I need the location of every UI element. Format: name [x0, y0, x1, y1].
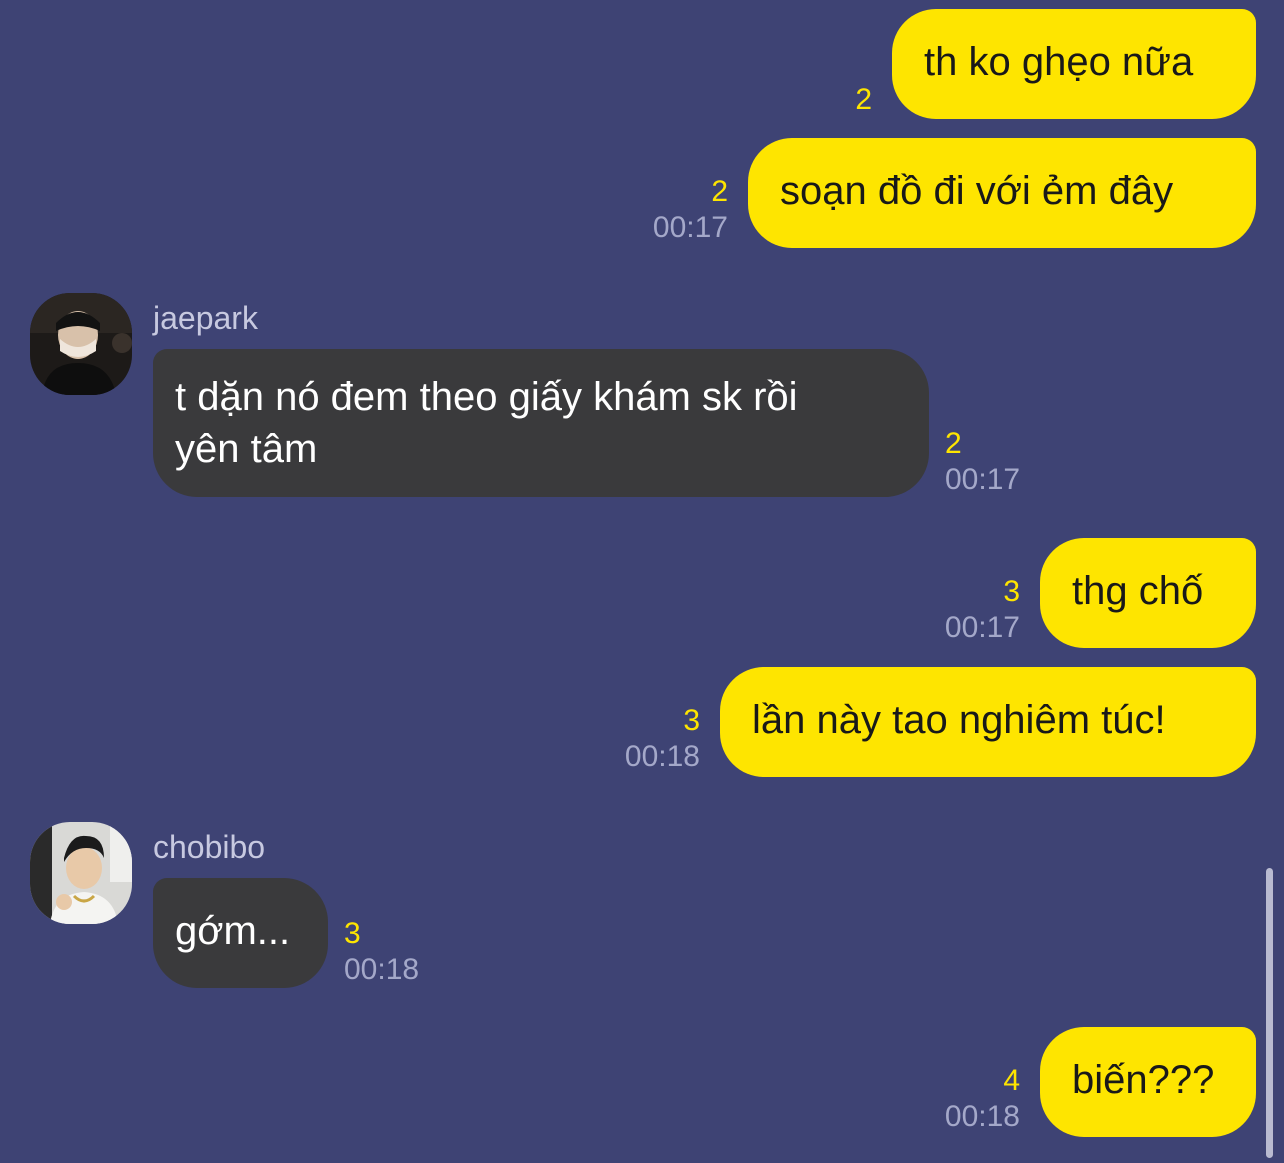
message-meta: 4 00:18 — [920, 1063, 1020, 1135]
avatar-chobibo[interactable] — [30, 822, 132, 924]
message-text: thg chố — [1072, 569, 1204, 613]
message-bubble-outgoing[interactable]: soạn đồ đi với ẻm đây — [748, 138, 1256, 248]
unread-count: 2 — [711, 175, 728, 208]
message-bubble-outgoing[interactable]: thg chố — [1040, 538, 1256, 648]
message-text: gớm... — [175, 909, 291, 953]
message-timestamp: 00:18 — [344, 953, 420, 986]
message-text-line: yên tâm — [175, 427, 318, 471]
message-meta: 2 00:17 — [945, 426, 1020, 498]
message-meta: 3 00:18 — [600, 703, 700, 775]
chat-message-list[interactable]: th ko ghẹo nữa 2 soạn đồ đi với ẻm đây 2… — [0, 0, 1284, 1163]
message-text: biến??? — [1072, 1058, 1215, 1102]
message-bubble-outgoing[interactable]: biến??? — [1040, 1027, 1256, 1137]
message-meta: 2 — [792, 82, 872, 118]
message-meta: 3 00:17 — [920, 574, 1020, 646]
message-timestamp: 00:17 — [944, 611, 1020, 644]
unread-count: 3 — [1003, 575, 1020, 608]
user-photo-icon — [30, 822, 132, 924]
unread-count: 2 — [855, 83, 872, 116]
message-text-line: t dặn nó đem theo giấy khám sk rồi — [175, 375, 798, 419]
message-bubble-outgoing[interactable]: lần này tao nghiêm túc! — [720, 667, 1256, 777]
unread-count: 3 — [683, 704, 700, 737]
message-timestamp: 00:18 — [944, 1100, 1020, 1133]
message-meta: 3 00:18 — [344, 916, 419, 988]
unread-count: 2 — [945, 427, 962, 460]
message-bubble-incoming[interactable]: t dặn nó đem theo giấy khám sk rồi yên t… — [153, 349, 929, 497]
message-bubble-incoming[interactable]: gớm... — [153, 878, 328, 988]
message-bubble-outgoing[interactable]: th ko ghẹo nữa — [892, 9, 1256, 119]
avatar-jaepark[interactable] — [30, 293, 132, 395]
user-photo-icon — [30, 293, 132, 395]
sender-name: jaepark — [153, 300, 258, 336]
message-text: th ko ghẹo nữa — [924, 40, 1194, 84]
message-timestamp: 00:17 — [945, 463, 1021, 496]
unread-count: 4 — [1003, 1064, 1020, 1097]
message-text: lần này tao nghiêm túc! — [752, 698, 1166, 742]
message-meta: 2 00:17 — [628, 174, 728, 246]
message-timestamp: 00:17 — [652, 211, 728, 244]
scrollbar[interactable] — [1266, 868, 1273, 1158]
sender-name: chobibo — [153, 829, 266, 865]
unread-count: 3 — [344, 917, 361, 950]
message-timestamp: 00:18 — [624, 740, 700, 773]
message-text: soạn đồ đi với ẻm đây — [780, 169, 1174, 213]
